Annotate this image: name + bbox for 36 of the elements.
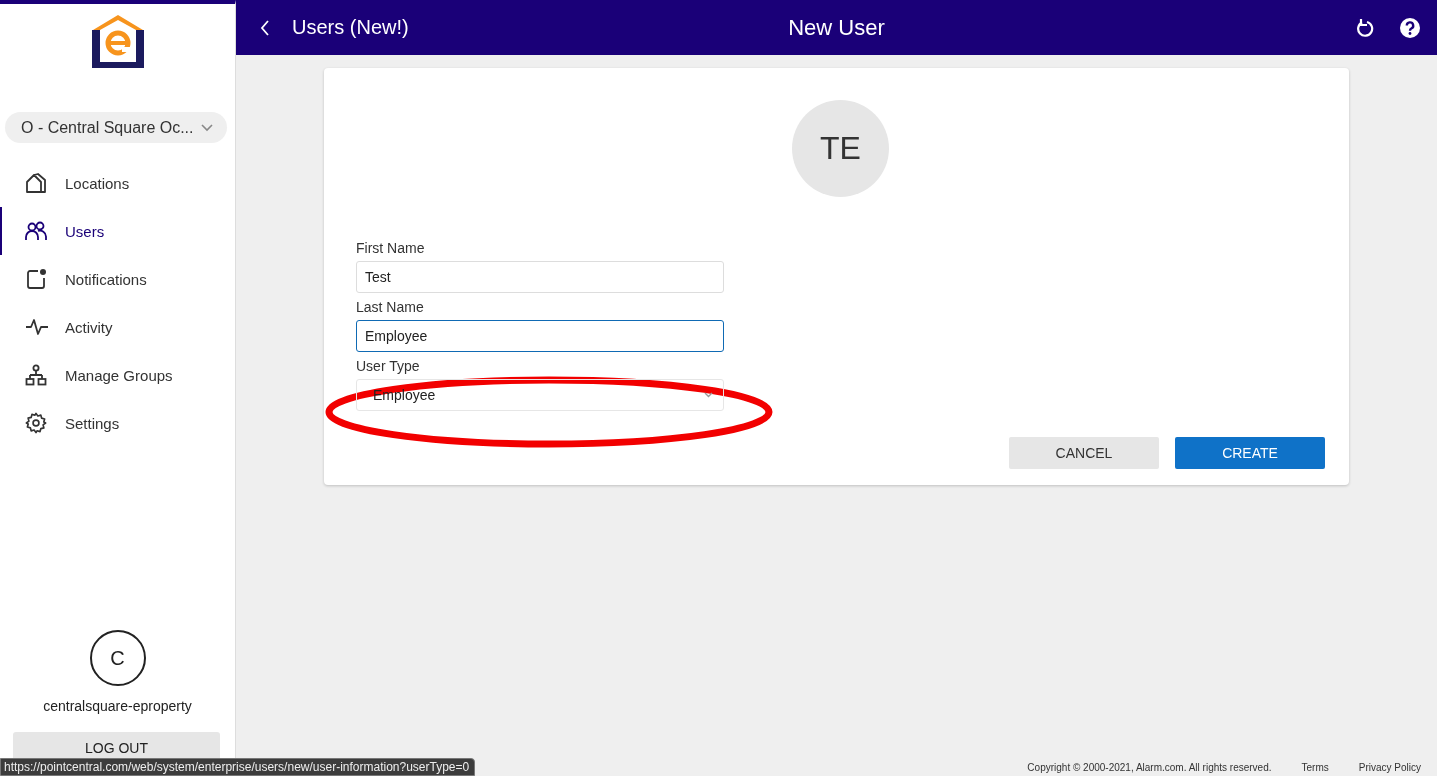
- logo-icon: [90, 14, 145, 68]
- users-icon: [25, 221, 47, 241]
- nav-item[interactable]: Users: [0, 207, 235, 255]
- user-avatar: TE: [792, 100, 889, 197]
- account-name: centralsquare-eproperty: [42, 698, 193, 714]
- cancel-button[interactable]: CANCEL: [1009, 437, 1159, 469]
- field-label: Last Name: [356, 299, 424, 315]
- copyright-text: Copyright © 2000-2021, Alarm.com. All rights reserved.: [1027, 762, 1272, 773]
- text-field[interactable]: Employee: [356, 320, 724, 352]
- house-icon: [25, 173, 47, 193]
- status-url-tooltip: https://pointcentral.com/web/system/enterprise/users/new/user-information?userType=0: [0, 758, 476, 776]
- nav-item[interactable]: Settings: [0, 399, 235, 447]
- text-field[interactable]: Test: [356, 261, 724, 293]
- footer-link[interactable]: Terms: [1301, 762, 1329, 773]
- refresh-icon[interactable]: [1356, 17, 1374, 38]
- location-selector[interactable]: O - Central Square Oc...: [5, 112, 227, 143]
- user-type-select[interactable]: Employee: [356, 379, 724, 411]
- page-title: New User: [788, 14, 885, 41]
- account-avatar: C: [89, 630, 146, 686]
- back-icon: [260, 19, 270, 36]
- hierarchy-icon: [25, 364, 47, 386]
- chevron-down-icon: [201, 123, 213, 132]
- field-label: First Name: [356, 240, 425, 256]
- footer-link[interactable]: Privacy Policy: [1358, 762, 1421, 773]
- field-label: User Type: [356, 358, 420, 374]
- create-button[interactable]: CREATE: [1175, 437, 1325, 469]
- pulse-icon: [25, 318, 49, 336]
- nav-item[interactable]: Locations: [0, 159, 235, 207]
- notification-icon: [25, 268, 47, 290]
- nav-item[interactable]: Manage Groups: [0, 351, 235, 399]
- settings-icon: [25, 412, 47, 434]
- help-icon[interactable]: [1400, 17, 1420, 38]
- nav-item[interactable]: Activity: [0, 303, 235, 351]
- nav-item[interactable]: Notifications: [0, 255, 235, 303]
- back-link[interactable]: Users (New!): [260, 16, 409, 39]
- chevron-down-icon: [704, 392, 713, 398]
